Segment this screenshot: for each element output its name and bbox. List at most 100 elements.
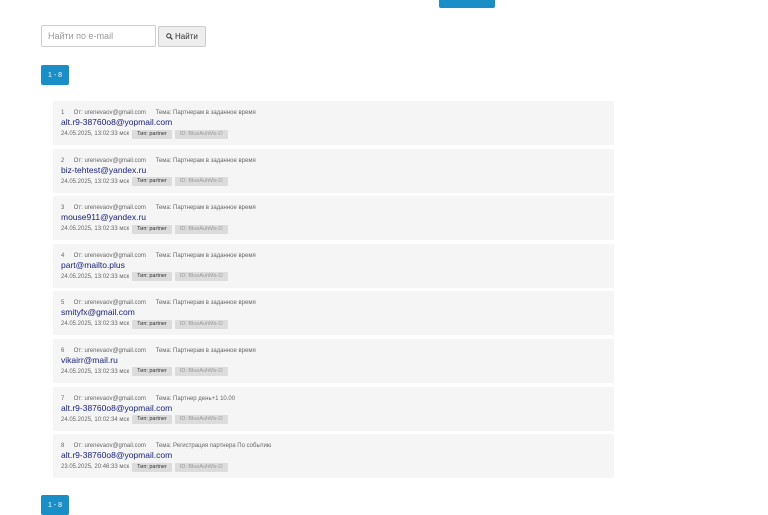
subject-label: Тема:: [155, 395, 172, 402]
item-details: 24.05.2025, 10:02:34 мск Тип: partner ID…: [61, 415, 606, 425]
sent-date: 23.05.2025, 20:46:33 мск: [61, 464, 130, 471]
item-details: 24.05.2025, 13:02:33 мск Тип: partner ID…: [61, 319, 606, 329]
from-label: От:: [73, 110, 83, 116]
item-number: 1: [61, 110, 65, 116]
subject-text: Партнер день+1 10.00: [173, 395, 236, 402]
pagination-label: 1 - 8: [47, 71, 62, 79]
pagination-top[interactable]: 1 - 8: [41, 65, 69, 85]
subject-label: Тема:: [155, 300, 172, 307]
list-item: 6 От: urenevaov@gmail.com Тема: Партнера…: [53, 338, 614, 383]
id-badge: ID: BlueAuhMs-O: [174, 319, 228, 329]
sent-date: 24.05.2025, 13:02:33 мск: [61, 273, 130, 280]
item-details: 24.05.2025, 13:02:33 мск Тип: partner ID…: [61, 129, 606, 139]
item-meta: 4 От: urenevaov@gmail.com Тема: Партнера…: [61, 252, 606, 260]
item-meta: 8 От: urenevaov@gmail.com Тема: Регистра…: [61, 442, 606, 450]
id-badge: ID: BlueAuhMs-O: [174, 462, 228, 472]
from-label: От:: [73, 252, 83, 259]
from-address: urenevaov@gmail.com: [84, 110, 146, 116]
id-badge: ID: BlueAuhMs-O: [174, 129, 228, 139]
sent-date: 24.05.2025, 13:02:33 мск: [61, 368, 130, 375]
id-badge: ID: BlueAuhMs-O: [174, 177, 228, 187]
subject-label: Тема:: [155, 252, 172, 259]
sent-date: 24.05.2025, 13:02:33 мск: [61, 226, 130, 233]
item-meta: 6 От: urenevaov@gmail.com Тема: Партнера…: [61, 347, 606, 355]
item-details: 24.05.2025, 13:02:33 мск Тип: partner ID…: [61, 367, 606, 377]
subject-label: Тема:: [155, 110, 172, 116]
item-details: 24.05.2025, 13:02:33 мск Тип: partner ID…: [61, 224, 606, 234]
list-item: 7 От: urenevaov@gmail.com Тема: Партнер …: [53, 386, 614, 431]
subject-text: Партнерам в заданное время: [173, 300, 256, 307]
list-item: 8 От: urenevaov@gmail.com Тема: Регистра…: [53, 434, 614, 479]
sent-date: 24.05.2025, 13:02:33 мск: [61, 131, 130, 137]
item-meta: 7 От: urenevaov@gmail.com Тема: Партнер …: [61, 395, 606, 403]
search-button[interactable]: Найти: [158, 26, 206, 47]
type-badge: Тип: partner: [132, 367, 172, 377]
search-button-label: Найти: [175, 32, 198, 41]
from-address: urenevaov@gmail.com: [84, 157, 146, 164]
recipient-email-link[interactable]: part@mailto.plus: [61, 260, 606, 271]
recipient-email-link[interactable]: mouse911@yandex.ru: [61, 212, 606, 223]
subject-label: Тема:: [155, 443, 172, 450]
mail-list: 1 От: urenevaov@gmail.com Тема: Партнера…: [53, 101, 614, 482]
subject-label: Тема:: [155, 205, 172, 212]
item-number: 7: [61, 395, 65, 402]
subject-text: Партнерам в заданное время: [173, 252, 256, 259]
id-badge: ID: BlueAuhMs-O: [174, 272, 228, 282]
subject-text: Партнерам в заданное время: [173, 110, 256, 116]
top-action-button[interactable]: [439, 0, 495, 8]
search-icon: [166, 33, 173, 40]
type-badge: Тип: partner: [132, 272, 172, 282]
type-badge: Тип: partner: [132, 177, 172, 187]
item-meta: 2 От: urenevaov@gmail.com Тема: Партнера…: [61, 157, 606, 165]
item-number: 4: [61, 252, 65, 259]
item-number: 5: [61, 300, 65, 307]
sent-date: 24.05.2025, 13:02:33 мск: [61, 178, 130, 185]
recipient-email-link[interactable]: biz-tehtest@yandex.ru: [61, 165, 606, 176]
sent-date: 24.05.2025, 13:02:33 мск: [61, 321, 130, 328]
list-item: 2 От: urenevaov@gmail.com Тема: Партнера…: [53, 148, 614, 193]
id-badge: ID: BlueAuhMs-O: [174, 367, 228, 377]
recipient-email-link[interactable]: vikairr@mail.ru: [61, 355, 606, 366]
type-badge: Тип: partner: [132, 224, 172, 234]
from-address: urenevaov@gmail.com: [84, 252, 146, 259]
item-details: 24.05.2025, 13:02:33 мск Тип: partner ID…: [61, 177, 606, 187]
from-address: urenevaov@gmail.com: [84, 300, 146, 307]
from-label: От:: [73, 395, 83, 402]
type-badge: Тип: partner: [132, 319, 172, 329]
type-badge: Тип: partner: [132, 462, 172, 472]
type-badge: Тип: partner: [132, 129, 172, 139]
recipient-email-link[interactable]: alt.r9-38760o8@yopmail.com: [61, 450, 606, 461]
from-label: От:: [73, 347, 83, 354]
pagination-bottom[interactable]: 1 - 8: [41, 495, 69, 515]
item-meta: 3 От: urenevaov@gmail.com Тема: Партнера…: [61, 204, 606, 212]
from-address: urenevaov@gmail.com: [84, 347, 146, 354]
search-bar: Найти: [41, 25, 206, 47]
from-address: urenevaov@gmail.com: [84, 443, 146, 450]
type-badge: Тип: partner: [132, 415, 172, 425]
from-label: От:: [73, 157, 83, 164]
recipient-email-link[interactable]: smityfx@gmail.com: [61, 307, 606, 318]
list-item: 3 От: urenevaov@gmail.com Тема: Партнера…: [53, 196, 614, 241]
list-item: 1 От: urenevaov@gmail.com Тема: Партнера…: [53, 101, 614, 145]
pagination-label: 1 - 8: [47, 501, 62, 509]
item-meta: 5 От: urenevaov@gmail.com Тема: Партнера…: [61, 299, 606, 307]
subject-text: Партнерам в заданное время: [173, 157, 256, 164]
list-item: 4 От: urenevaov@gmail.com Тема: Партнера…: [53, 243, 614, 288]
recipient-email-link[interactable]: alt.r9-38760o8@yopmail.com: [61, 403, 606, 414]
item-number: 8: [61, 443, 65, 450]
from-address: urenevaov@gmail.com: [84, 395, 146, 402]
from-label: От:: [73, 443, 83, 450]
from-address: urenevaov@gmail.com: [84, 205, 146, 212]
recipient-email-link[interactable]: alt.r9-38760o8@yopmail.com: [61, 117, 606, 128]
subject-text: Регистрация партнера По событию: [173, 443, 272, 450]
search-input[interactable]: [41, 25, 156, 47]
from-label: От:: [73, 300, 83, 307]
id-badge: ID: BlueAuhMs-O: [174, 224, 228, 234]
item-details: 24.05.2025, 13:02:33 мск Тип: partner ID…: [61, 272, 606, 282]
item-number: 6: [61, 347, 65, 354]
from-label: От:: [73, 205, 83, 212]
subject-label: Тема:: [155, 157, 172, 164]
subject-label: Тема:: [155, 347, 172, 354]
item-meta: 1 От: urenevaov@gmail.com Тема: Партнера…: [61, 109, 606, 117]
subject-text: Партнерам в заданное время: [173, 205, 256, 212]
